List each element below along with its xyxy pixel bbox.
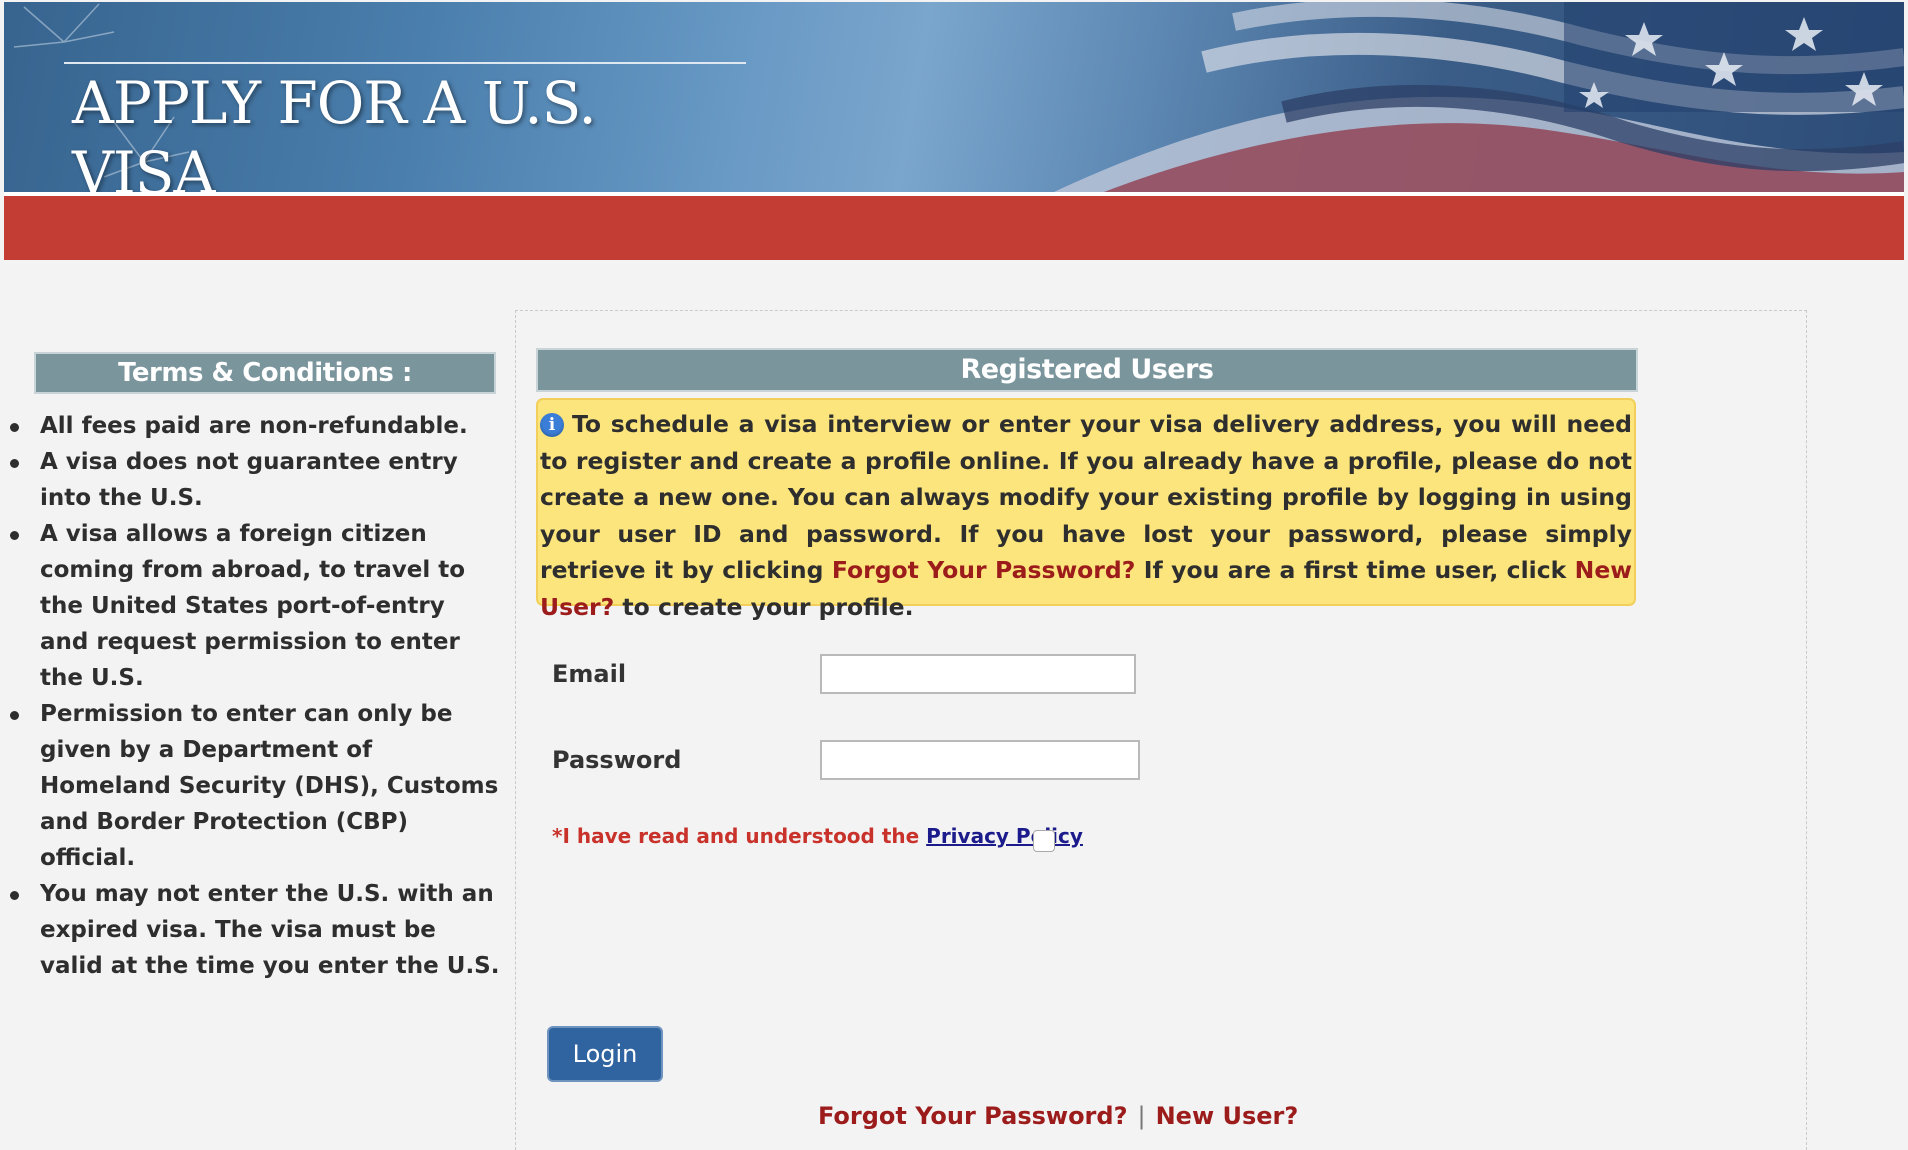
privacy-policy-link[interactable]: Privacy Policy (926, 824, 1083, 848)
info-text: If you are a first time user, click (1135, 556, 1575, 584)
new-user-link[interactable]: New User? (1156, 1102, 1299, 1130)
info-box: i To schedule a visa interview or enter y… (536, 398, 1636, 621)
privacy-checkbox[interactable] (1033, 830, 1055, 852)
registered-users-header: Registered Users (536, 348, 1638, 392)
info-text: to create your profile. (614, 592, 914, 621)
login-button[interactable]: Login (547, 1026, 663, 1082)
terms-list: All fees paid are non-refundable. A visa… (0, 408, 500, 984)
info-icon: i (540, 413, 564, 437)
terms-item: A visa does not guarantee entry into the… (10, 444, 500, 516)
forgot-password-link[interactable]: Forgot Your Password? (818, 1102, 1128, 1130)
banner-title-frame: APPLY FOR A U.S. VISA (64, 62, 746, 192)
red-nav-bar (4, 196, 1904, 260)
privacy-agreement: *I have read and understood the Privacy … (552, 824, 1083, 848)
email-label: Email (552, 660, 627, 688)
terms-item: You may not enter the U.S. with an expir… (10, 876, 500, 984)
email-field[interactable] (820, 654, 1136, 694)
privacy-text: *I have read and understood the (552, 824, 927, 848)
terms-header: Terms & Conditions : (34, 352, 496, 394)
terms-item: Permission to enter can only be given by… (10, 696, 500, 876)
link-separator: | (1137, 1102, 1146, 1130)
terms-item: A visa allows a foreign citizen coming f… (10, 516, 500, 696)
password-field[interactable] (820, 740, 1140, 780)
header-banner: APPLY FOR A U.S. VISA (4, 2, 1904, 192)
password-label: Password (552, 746, 682, 774)
bottom-links: Forgot Your Password? | New User? (818, 1102, 1298, 1130)
page-title: APPLY FOR A U.S. VISA (72, 69, 597, 192)
info-forgot-password-link[interactable]: Forgot Your Password? (832, 556, 1136, 584)
terms-item: All fees paid are non-refundable. (10, 408, 500, 444)
